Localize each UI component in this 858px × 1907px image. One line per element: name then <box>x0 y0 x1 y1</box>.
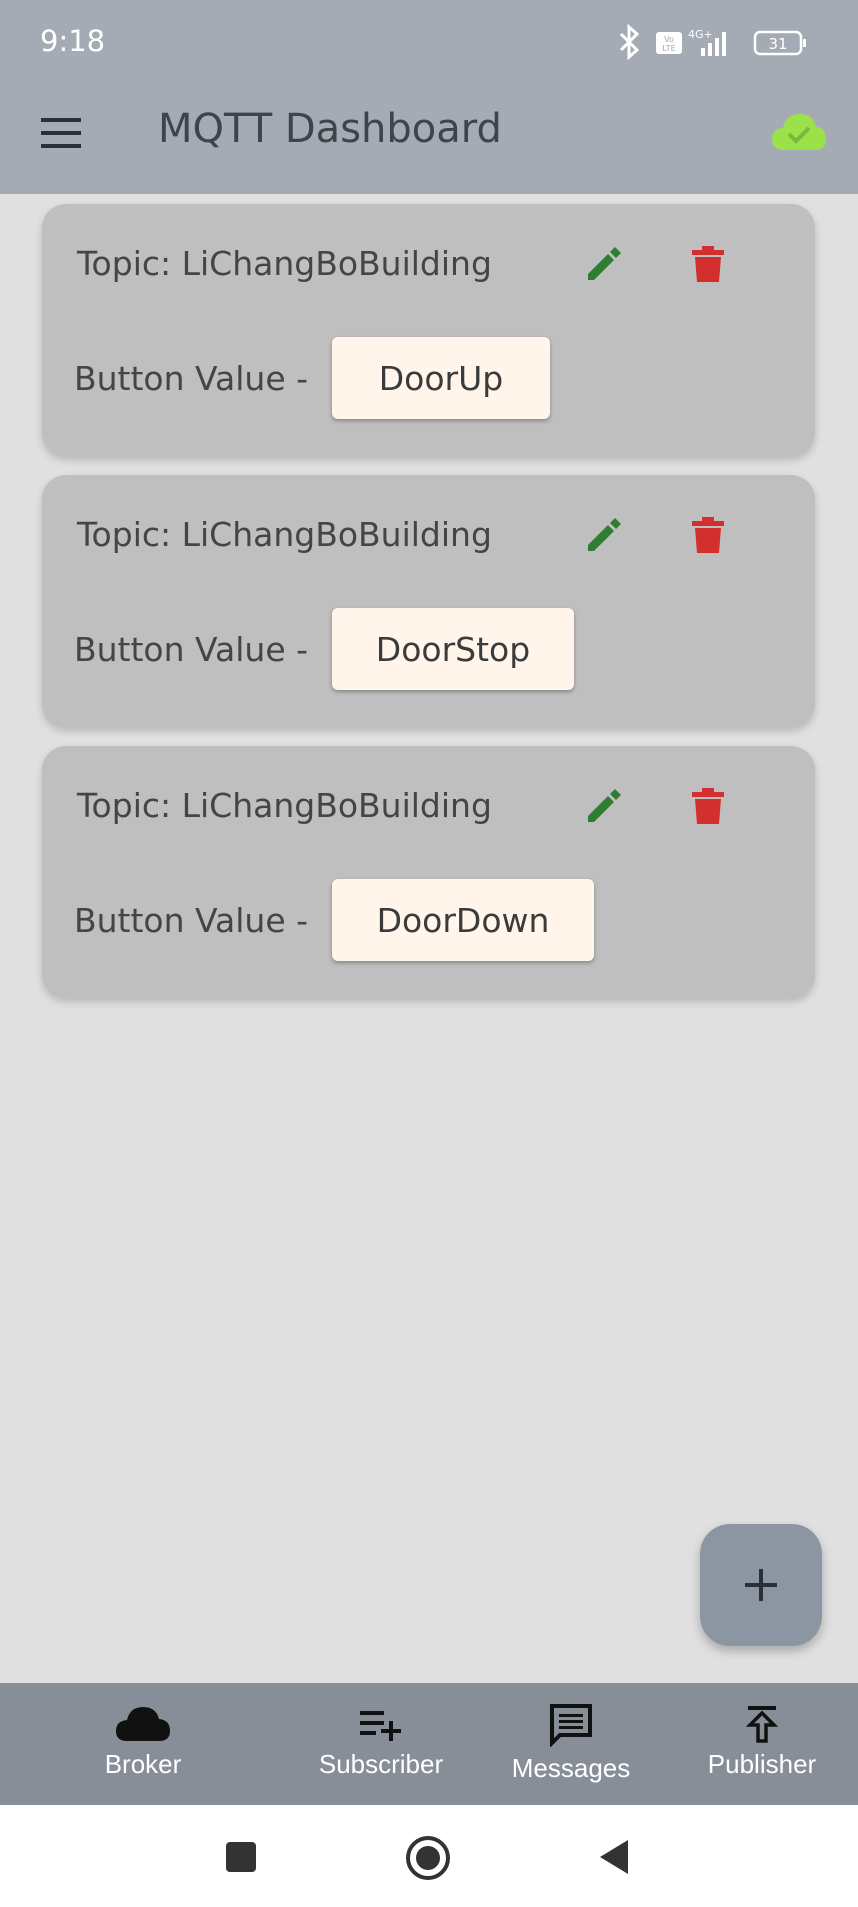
value-button-doordown[interactable]: DoorDown <box>332 879 594 961</box>
nav-label: Messages <box>511 1753 631 1783</box>
button-value-label: Button Value - <box>74 901 309 940</box>
4g-signal-icon: 4G+ <box>688 28 726 56</box>
edit-icon[interactable] <box>584 515 624 555</box>
edit-icon[interactable] <box>584 786 624 826</box>
nav-item-broker[interactable]: Broker <box>53 1683 233 1805</box>
value-button-doorup[interactable]: DoorUp <box>332 337 550 419</box>
subscription-card: Topic: LiChangBoBuilding Button Value - … <box>42 204 815 456</box>
bluetooth-icon <box>619 24 640 60</box>
cloud-check-icon[interactable] <box>770 110 828 152</box>
app-bar: 9:18 Vo LTE 4G+ 31 MQTT Dashboard <box>0 0 858 194</box>
edit-icon[interactable] <box>584 244 624 284</box>
button-value-label: Button Value - <box>74 359 309 398</box>
message-icon <box>550 1704 592 1747</box>
battery-icon: 31 <box>753 30 806 56</box>
card-topic: Topic: LiChangBoBuilding <box>77 515 492 554</box>
subscription-card: Topic: LiChangBoBuilding Button Value - … <box>42 746 815 998</box>
delete-icon[interactable] <box>690 244 726 284</box>
volte-icon: Vo LTE <box>656 32 682 54</box>
status-time: 9:18 <box>40 24 106 58</box>
publish-icon <box>745 1706 779 1743</box>
menu-icon[interactable] <box>36 108 86 158</box>
value-button-doorstop[interactable]: DoorStop <box>332 608 574 690</box>
nav-item-messages[interactable]: Messages <box>481 1683 661 1805</box>
nav-label: Broker <box>104 1749 182 1779</box>
subscription-card: Topic: LiChangBoBuilding Button Value - … <box>42 475 815 727</box>
plus-icon <box>745 1569 777 1601</box>
card-topic: Topic: LiChangBoBuilding <box>77 244 492 283</box>
bottom-nav: Broker Subscriber Messages Publisher <box>0 1683 858 1805</box>
svg-text:4G+: 4G+ <box>688 28 713 41</box>
svg-text:Vo: Vo <box>664 35 674 44</box>
status-icons: Vo LTE 4G+ 31 <box>619 24 806 60</box>
recents-icon[interactable] <box>224 1840 258 1874</box>
svg-text:LTE: LTE <box>662 44 675 53</box>
button-value-label: Button Value - <box>74 630 309 669</box>
nav-item-publisher[interactable]: Publisher <box>672 1683 852 1805</box>
delete-icon[interactable] <box>690 515 726 555</box>
delete-icon[interactable] <box>690 786 726 826</box>
nav-item-subscriber[interactable]: Subscriber <box>291 1683 471 1805</box>
nav-label: Subscriber <box>318 1749 444 1779</box>
system-nav-bar <box>0 1805 858 1907</box>
nav-label: Publisher <box>707 1749 817 1779</box>
home-icon[interactable] <box>405 1835 451 1881</box>
cloud-icon <box>116 1707 170 1741</box>
playlist-add-icon <box>360 1711 401 1741</box>
card-topic: Topic: LiChangBoBuilding <box>77 786 492 825</box>
svg-text:31: 31 <box>768 35 787 53</box>
back-icon[interactable] <box>598 1838 632 1876</box>
page-title: MQTT Dashboard <box>158 106 502 152</box>
add-button[interactable] <box>700 1524 822 1646</box>
